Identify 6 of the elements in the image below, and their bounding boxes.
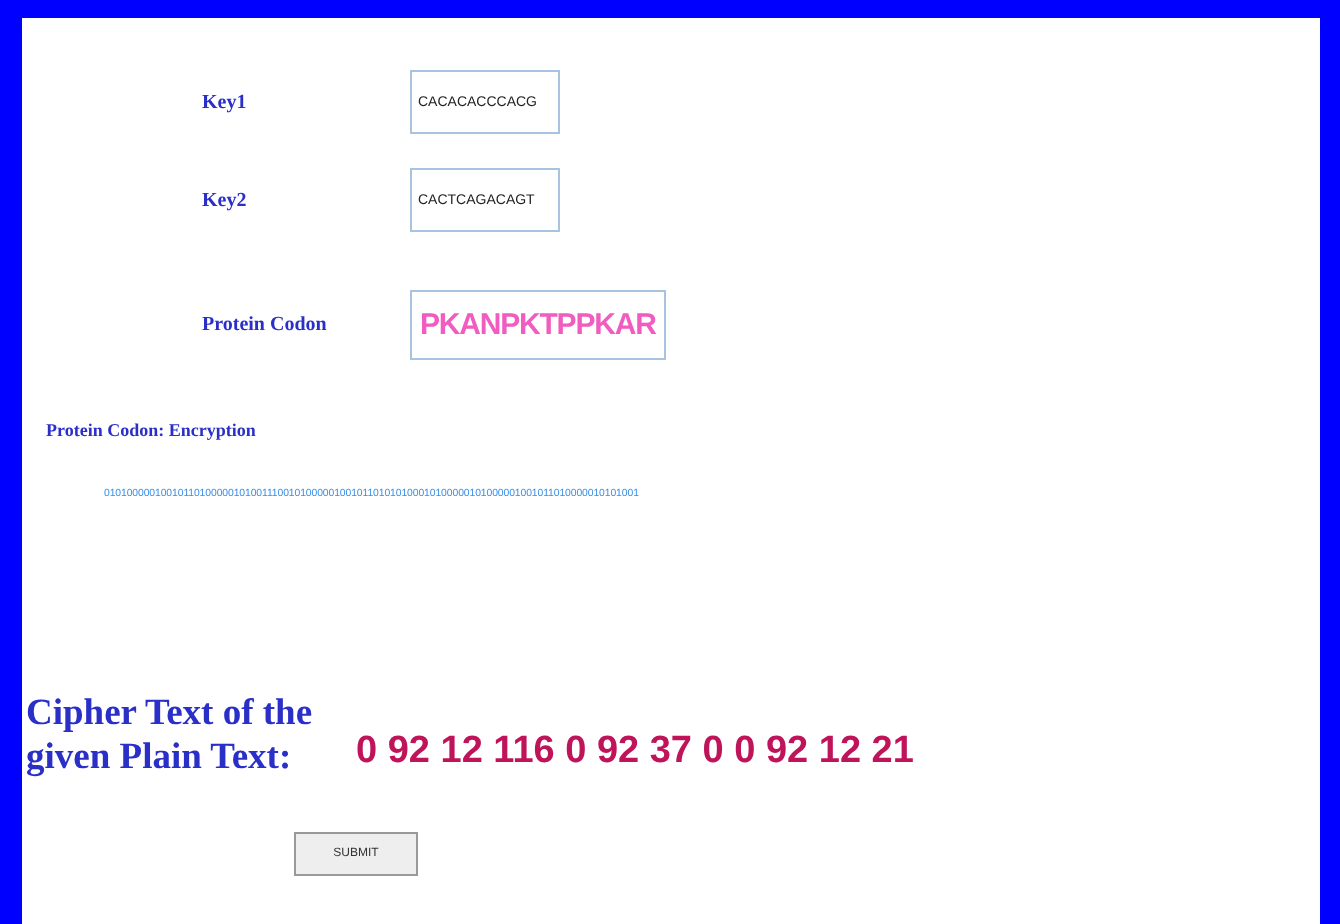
field-label: Protein Codon [200,314,327,336]
field-label: Key1 [200,91,247,113]
section-heading: Protein Codon: Encryption [46,420,258,440]
field-label: Key2 [200,189,247,211]
cipher-value: 0 92 12 116 0 92 37 0 0 92 12 21 [356,730,914,774]
cipher-heading: Cipher Text of the given Plain Text: [26,692,315,780]
